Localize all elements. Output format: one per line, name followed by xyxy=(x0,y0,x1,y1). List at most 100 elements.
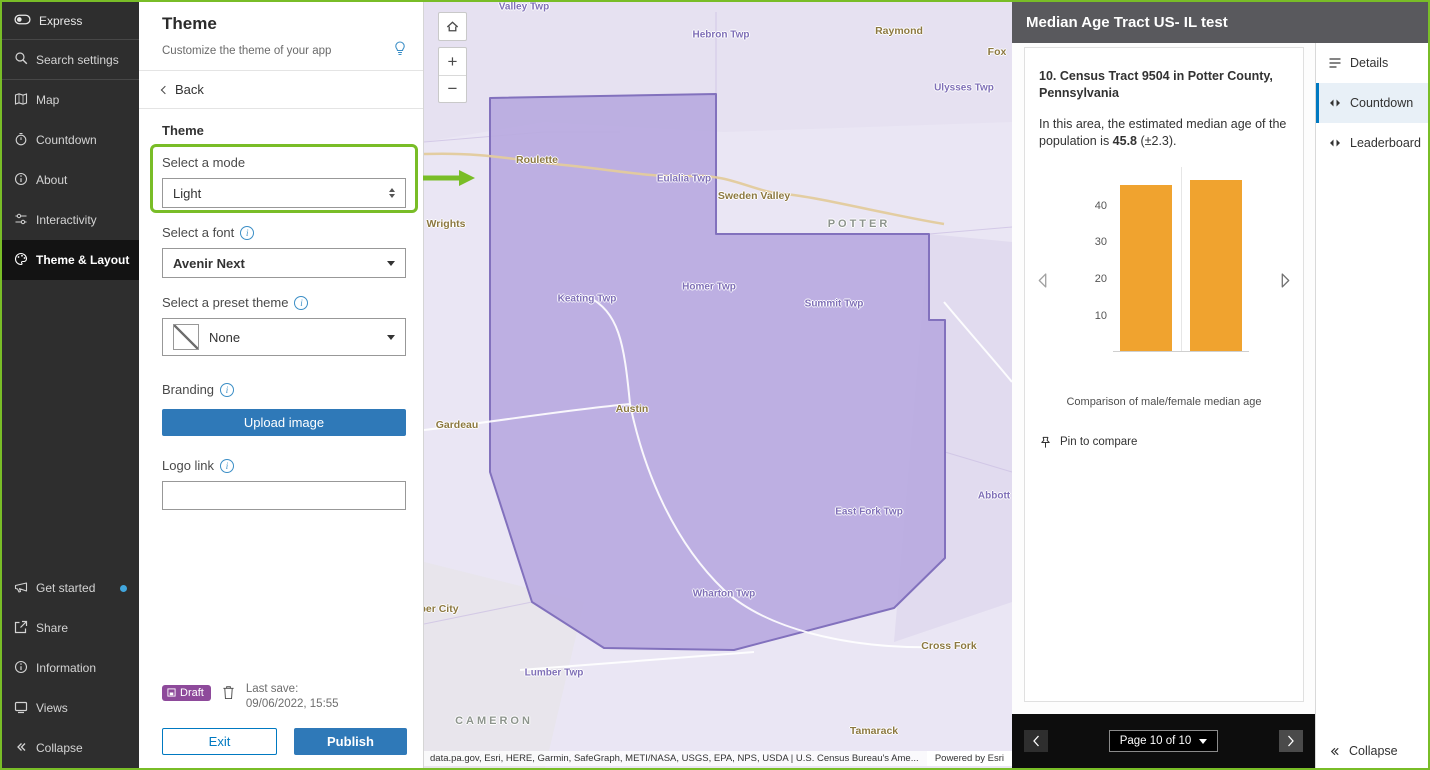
preset-theme-label: Select a preset theme xyxy=(162,295,289,310)
sidebar-item-theme-layout[interactable]: Theme & Layout xyxy=(2,240,139,280)
share-icon xyxy=(14,620,28,637)
font-value: Avenir Next xyxy=(173,255,245,271)
express-mode-toggle[interactable]: Express xyxy=(2,2,139,40)
zoom-out-button[interactable]: − xyxy=(439,75,466,102)
sidebar-item-interactivity[interactable]: Interactivity xyxy=(2,200,139,240)
bar-male xyxy=(1120,184,1172,351)
chevron-left-icon xyxy=(160,85,170,94)
powered-by-esri[interactable]: Powered by Esri xyxy=(926,751,1012,766)
feature-title: 10. Census Tract 9504 in Potter County, … xyxy=(1039,69,1273,100)
attribution-text: data.pa.gov, Esri, HERE, Garmin, SafeGra… xyxy=(430,753,919,764)
preset-theme-value: None xyxy=(209,329,241,345)
tab-leaderboard[interactable]: Leaderboard xyxy=(1316,123,1428,163)
font-select[interactable]: Avenir Next xyxy=(162,248,406,278)
mode-select[interactable]: Light xyxy=(162,178,406,208)
tab-label: Countdown xyxy=(1350,96,1414,110)
pin-to-compare[interactable]: Pin to compare xyxy=(1039,436,1289,449)
details-icon xyxy=(1329,58,1341,68)
mode-value: Light xyxy=(173,185,202,201)
zoom-in-button[interactable]: + xyxy=(439,48,466,75)
branding-label: Branding xyxy=(162,382,215,397)
countdown-panel: 10. Census Tract 9504 in Potter County, … xyxy=(1012,43,1315,768)
info-icon[interactable]: i xyxy=(220,458,235,473)
tab-label: Details xyxy=(1350,56,1389,70)
y-tick-label: 20 xyxy=(1094,273,1107,286)
upload-image-button[interactable]: Upload image xyxy=(162,409,406,436)
info-circle-icon xyxy=(14,172,28,189)
sidebar-item-label: Collapse xyxy=(36,741,83,755)
info-icon[interactable]: i xyxy=(294,295,309,310)
delete-draft-button[interactable] xyxy=(220,683,237,705)
map-icon xyxy=(14,92,28,109)
notification-dot xyxy=(120,584,127,592)
publish-button[interactable]: Publish xyxy=(294,728,407,755)
previous-page-button[interactable] xyxy=(1024,730,1048,752)
home-button[interactable] xyxy=(438,12,467,41)
y-tick-label: 10 xyxy=(1094,309,1107,322)
chevron-down-icon xyxy=(387,260,395,266)
search-settings-label: Search settings xyxy=(36,52,119,67)
y-tick-label: 40 xyxy=(1094,199,1107,212)
sidebar-collapse[interactable]: Collapse xyxy=(2,728,139,768)
app-preview-header: Median Age Tract US- IL test xyxy=(1012,2,1428,43)
chevron-left-icon xyxy=(1033,735,1039,747)
y-tick-label: 30 xyxy=(1094,236,1107,249)
sidebar-item-about[interactable]: About xyxy=(2,160,139,200)
sidebar-item-label: Information xyxy=(36,661,97,675)
sidebar-item-label: Map xyxy=(36,93,60,107)
double-chevron-left-icon xyxy=(14,740,28,757)
sidebar-item-map[interactable]: Map xyxy=(2,80,139,120)
preset-theme-select[interactable]: None xyxy=(162,318,406,356)
app-title: Express xyxy=(39,13,83,28)
app-window: Express Search settings Map Countdown Ab… xyxy=(0,0,1430,770)
collapse-label: Collapse xyxy=(1349,744,1398,758)
search-icon xyxy=(14,51,28,68)
back-button[interactable]: Back xyxy=(139,71,423,109)
feature-description: In this area, the estimated median age o… xyxy=(1039,116,1287,149)
exit-button[interactable]: Exit xyxy=(162,728,277,755)
lightbulb-tip-icon[interactable] xyxy=(393,41,407,60)
bar-female xyxy=(1190,179,1242,351)
chevron-right-icon xyxy=(1288,735,1294,747)
save-icon xyxy=(167,688,176,698)
info-icon[interactable]: i xyxy=(240,225,255,240)
carousel-next-button[interactable] xyxy=(1278,271,1293,293)
sidebar-item-views[interactable]: Views xyxy=(2,688,139,728)
tab-countdown[interactable]: Countdown xyxy=(1316,83,1428,123)
theme-settings-panel: Theme Customize the theme of your app Ba… xyxy=(139,2,424,768)
panel-collapse-button[interactable]: Collapse xyxy=(1316,744,1428,758)
feature-card: 10. Census Tract 9504 in Potter County, … xyxy=(1024,47,1304,702)
none-swatch-icon xyxy=(173,324,199,350)
last-save: Last save: 09/06/2022, 15:55 xyxy=(246,682,339,713)
panel-subtitle: Customize the theme of your app xyxy=(162,44,332,57)
tab-details[interactable]: Details xyxy=(1316,43,1428,83)
map-attribution: data.pa.gov, Esri, HERE, Garmin, SafeGra… xyxy=(424,751,1012,766)
info-circle-icon xyxy=(14,660,28,677)
sidebar-item-countdown[interactable]: Countdown xyxy=(2,120,139,160)
logo-link-input[interactable] xyxy=(162,481,406,510)
draft-status-badge: Draft xyxy=(162,684,211,701)
palette-icon xyxy=(14,252,28,269)
bar-plot xyxy=(1113,166,1249,352)
sidebar-item-get-started[interactable]: Get started xyxy=(2,568,139,608)
carousel-previous-button[interactable] xyxy=(1035,271,1050,293)
chart-caption: Comparison of male/female median age xyxy=(1066,395,1262,408)
logo-link-label: Logo link xyxy=(162,458,215,473)
pushpin-icon xyxy=(1041,436,1050,448)
info-icon[interactable]: i xyxy=(220,382,235,397)
page-navigation-bar: Page 10 of 10 xyxy=(1012,714,1315,768)
sidebar-item-share[interactable]: Share xyxy=(2,608,139,648)
section-title: Theme xyxy=(162,123,204,138)
search-settings[interactable]: Search settings xyxy=(2,40,139,80)
map-canvas[interactable]: Valley Twp Hebron Twp Raymond Fox Ulysses Tw… xyxy=(424,2,1012,768)
basemap-svg xyxy=(424,2,1012,768)
tab-label: Leaderboard xyxy=(1350,136,1421,150)
left-right-arrows-icon xyxy=(1330,139,1340,147)
mode-label: Select a mode xyxy=(162,155,246,170)
sidebar-item-information[interactable]: Information xyxy=(2,648,139,688)
sidebar-item-label: Theme & Layout xyxy=(36,253,130,267)
sidebar-item-label: Interactivity xyxy=(36,213,97,227)
next-page-button[interactable] xyxy=(1279,730,1303,752)
page-select[interactable]: Page 10 of 10 xyxy=(1108,730,1219,752)
